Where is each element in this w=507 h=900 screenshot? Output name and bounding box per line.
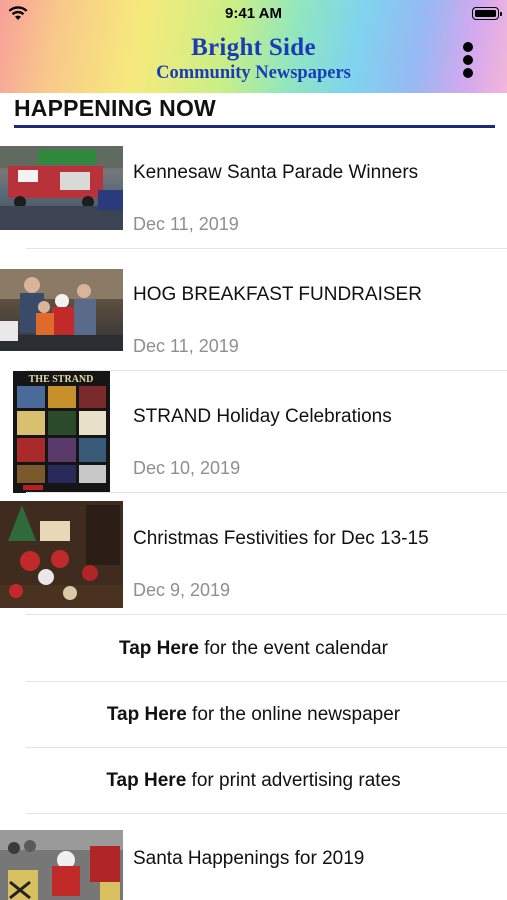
article-date: Dec 10, 2019	[133, 458, 241, 478]
link-text: for the event calendar	[198, 638, 388, 659]
row-divider	[26, 248, 507, 249]
article-date: Dec 11, 2019	[133, 214, 239, 234]
article-headline: Santa Happenings for 2019	[133, 848, 365, 869]
row-divider	[26, 747, 507, 748]
article-headline: STRAND Holiday Celebrations	[133, 406, 392, 427]
article-thumbnail	[0, 830, 123, 900]
row-divider	[26, 813, 507, 814]
article-date: Dec 9, 2019	[133, 580, 231, 600]
article-thumbnail	[0, 501, 123, 608]
link-emphasis: Tap Here	[106, 770, 187, 791]
row-divider	[26, 681, 507, 682]
article-headline: Kennesaw Santa Parade Winners	[133, 162, 419, 183]
poster-title: THE STRAND	[29, 374, 94, 385]
section-divider	[14, 125, 495, 128]
article-date: Dec 11, 2019	[133, 336, 239, 356]
article-headline: HOG BREAKFAST FUNDRAISER	[133, 284, 422, 305]
link-emphasis: Tap Here	[119, 638, 199, 659]
online-newspaper-link[interactable]: Tap Here for the online newspaper	[0, 704, 507, 770]
link-text: for the online newspaper	[186, 704, 401, 725]
row-divider	[26, 614, 507, 615]
article-headline: Christmas Festivities for Dec 13-15	[133, 528, 429, 549]
advertising-rates-link[interactable]: Tap Here for print advertising rates	[0, 770, 507, 836]
link-emphasis: Tap Here	[106, 704, 187, 725]
article-thumbnail: THE STRAND	[13, 371, 110, 493]
link-text: for print advertising rates	[186, 770, 401, 791]
row-divider	[26, 492, 507, 493]
article-item[interactable]: Santa Happenings for 2019	[0, 0, 507, 900]
article-thumbnail	[0, 269, 123, 351]
article-thumbnail	[0, 146, 123, 230]
event-calendar-link[interactable]: Tap Here for the event calendar	[0, 638, 507, 704]
